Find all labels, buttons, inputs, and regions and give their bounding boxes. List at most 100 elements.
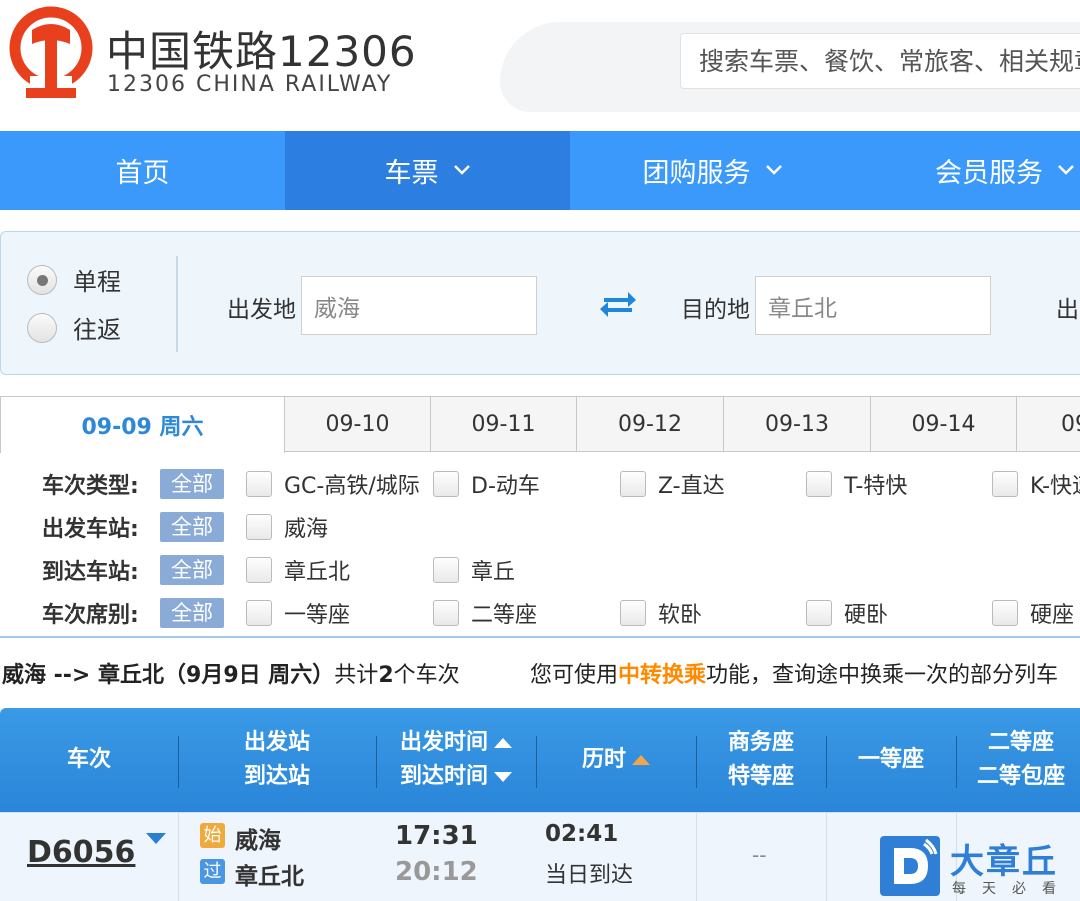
date-label: 出 [1056,297,1079,323]
count-prefix: 共计 [334,663,379,688]
to-label: 目的地 [681,297,750,323]
filter-option-t[interactable]: T-特快 [806,468,907,500]
filter-option-k[interactable]: K-快速 [992,468,1080,500]
to-field[interactable] [755,276,991,335]
china-railway-logo[interactable] [8,6,94,100]
swap-icon[interactable] [598,287,638,321]
brand-subtitle: 12306 CHINA RAILWAY [107,72,393,97]
checkbox[interactable] [246,600,272,626]
date-tab[interactable]: 09-14 [870,396,1017,452]
trip-oneway-option[interactable]: 单程 [27,262,121,297]
filter-option-label: 软卧 [658,603,703,628]
sort-departure[interactable]: 出发时间 [400,726,512,760]
departure-time: 17:31 [395,821,478,851]
checkbox[interactable] [246,514,272,540]
sort-down-icon [494,772,512,782]
filter-option-second-class[interactable]: 二等座 [433,597,537,629]
date-tab[interactable]: 09-13 [723,396,871,452]
filter-option-gc[interactable]: GC-高铁/城际 [246,468,420,500]
checkbox[interactable] [806,471,832,497]
watermark-subtitle: 每天必看 [952,881,1072,897]
col-duration[interactable]: 历时 [536,708,696,812]
date-tab[interactable]: 09-10 [284,396,431,452]
filter-all-button[interactable]: 全部 [160,598,224,628]
header-label: 到达站 [243,764,310,789]
checkbox[interactable] [246,557,272,583]
date-tab[interactable]: 09-09 周六 [0,396,285,453]
filter-option-z[interactable]: Z-直达 [620,468,725,500]
expand-caret-icon[interactable] [146,833,166,844]
from-input[interactable] [302,277,536,334]
to-input[interactable] [756,277,990,334]
nav-item-member-service[interactable]: 会员服务 [855,131,1080,210]
filter-option-soft-sleeper[interactable]: 软卧 [620,597,702,629]
from-field[interactable] [301,276,537,335]
filter-label: 车次席别: [42,603,139,628]
watermark-title: 大章丘 [950,842,1058,882]
date-tab[interactable]: 09 [1016,396,1080,452]
trip-round-option[interactable]: 往返 [27,310,121,345]
checkbox[interactable] [992,600,1018,626]
nav-item-home[interactable]: 首页 [0,131,285,210]
filter-option-zhangqiu[interactable]: 章丘 [433,554,515,586]
nav-label: 车票 [384,158,439,189]
form-divider [176,256,178,352]
train-number-link[interactable]: D6056 [27,835,135,870]
sort-arrival[interactable]: 到达时间 [400,760,512,794]
chevron-down-icon [453,160,471,181]
nav-item-tickets[interactable]: 车票 [285,131,570,210]
filter-option-zhangqiubei[interactable]: 章丘北 [246,554,350,586]
col-business: 商务座 特等座 [696,708,826,812]
date-tab[interactable]: 09-12 [576,396,724,452]
transfer-link[interactable]: 中转换乘 [618,663,706,688]
filter-option-first-class[interactable]: 一等座 [246,597,350,629]
filter-option-weihai[interactable]: 威海 [246,511,328,543]
trip-round-label: 往返 [73,316,121,344]
filter-option-d[interactable]: D-动车 [433,468,540,500]
filter-all-button[interactable]: 全部 [160,512,224,542]
checkbox[interactable] [433,471,459,497]
chevron-down-icon [1057,160,1075,181]
filter-option-label: K-快速 [1030,474,1080,499]
arrival-note: 当日到达 [545,863,634,888]
filter-all-button[interactable]: 全部 [160,469,224,499]
filter-option-label: 章丘北 [284,560,351,585]
header-label: 到达时间 [399,764,488,789]
filter-option-label: 威海 [284,517,329,542]
search-box[interactable] [680,33,1080,89]
checkbox[interactable] [433,600,459,626]
filter-option-label: 硬卧 [844,603,889,628]
checkbox[interactable] [246,471,272,497]
nav-item-group-service[interactable]: 团购服务 [570,131,855,210]
ticket-search-form: 单程 往返 出发地 目的地 出 [0,231,1080,375]
checkbox[interactable] [620,471,646,497]
radio-unchecked[interactable] [27,312,57,343]
filter-option-hard-sleeper[interactable]: 硬卧 [806,597,888,629]
filter-all-button[interactable]: 全部 [160,555,224,585]
date-tabs: 09-09 周六 09-10 09-11 09-12 09-13 09-14 0… [0,396,1080,453]
start-station-badge: 始 [200,823,225,848]
checkbox[interactable] [992,471,1018,497]
checkbox[interactable] [806,600,832,626]
sort-up-icon [494,738,512,748]
header-label: 二等座 [987,730,1054,755]
pass-station-badge: 过 [200,859,225,884]
filter-option-label: 一等座 [284,603,351,628]
watermark-logo-icon [880,836,940,896]
nav-label: 会员服务 [935,158,1043,189]
checkbox[interactable] [620,600,646,626]
route-text: 威海 --> 章丘北（9月9日 周六） [2,663,335,688]
checkbox[interactable] [433,557,459,583]
radio-checked[interactable] [27,264,57,295]
filter-option-label: GC-高铁/城际 [284,474,420,499]
filter-option-hard-seat[interactable]: 硬座 [992,597,1074,629]
header-label: 商务座 [727,730,794,755]
hint-suffix: 功能，查询途中换乘一次的部分列车 [706,663,1059,688]
duration: 02:41 [545,821,619,847]
search-input[interactable] [681,34,1080,88]
date-tab[interactable]: 09-11 [430,396,577,452]
header-label: 历时 [581,747,626,772]
main-nav: 首页 车票 团购服务 会员服务 [0,131,1080,210]
trip-oneway-label: 单程 [73,268,121,296]
header-label: 特等座 [727,764,794,789]
